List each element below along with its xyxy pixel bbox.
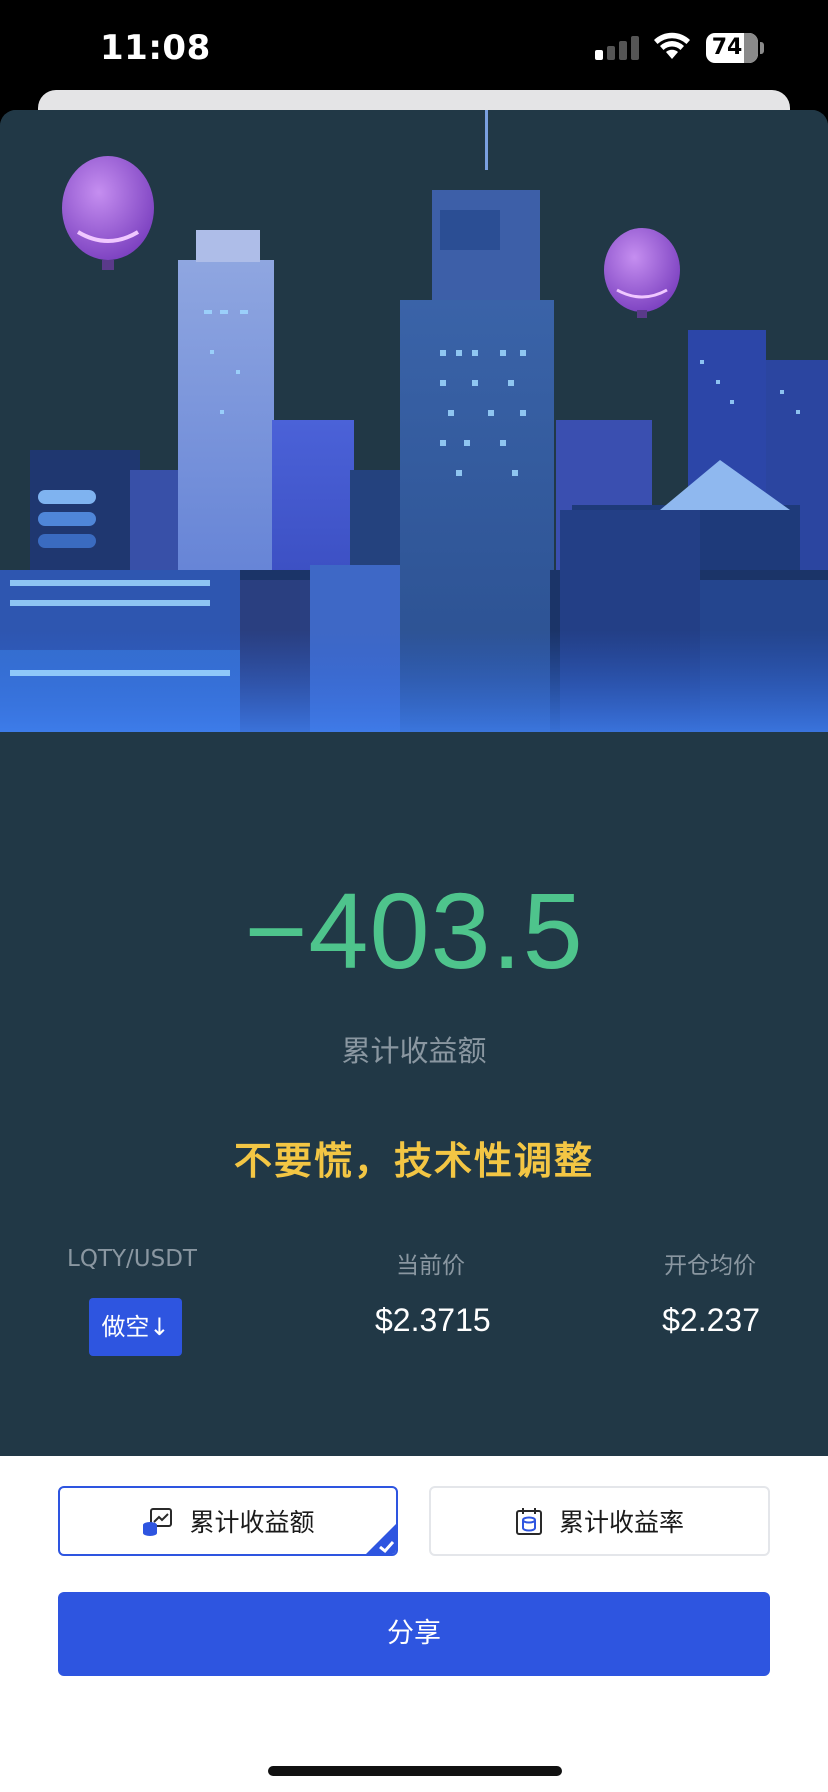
position-direction-badge: 做空↓ [89,1298,182,1356]
current-price-value: $2.3715 [375,1302,491,1338]
option-cumulative-pnl[interactable]: 累计收益额 [58,1486,398,1556]
current-price-label: 当前价 [396,1253,465,1279]
avg-open-price-label: 开仓均价 [664,1253,756,1279]
slogan-text: 不要慌，技术性调整 [233,1139,594,1183]
share-options-panel: 累计收益额 累计收益率 分享 [0,1456,828,1792]
cumulative-pnl-value: −403.5 [244,870,584,991]
home-indicator [268,1766,562,1776]
cellular-signal-icon [595,36,639,60]
status-bar: 11:08 74 [0,0,828,96]
calendar-icon [515,1508,542,1535]
avg-open-price-value: $2.237 [662,1302,760,1338]
battery-icon: 74 [706,33,758,63]
battery-level: 74 [711,35,743,60]
option-label: 累计收益额 [189,1508,315,1537]
status-time: 11:08 [100,28,211,68]
share-button[interactable]: 分享 [58,1592,770,1676]
selected-check-icon [366,1524,396,1554]
trading-pair: LQTY/USDT [67,1246,197,1272]
wifi-icon [654,32,690,59]
option-cumulative-return-rate[interactable]: 累计收益率 [429,1486,770,1556]
city-skyline-illustration [0,110,828,732]
pnl-chart-icon [143,1508,173,1536]
option-label: 累计收益率 [558,1508,684,1537]
cumulative-pnl-label: 累计收益额 [341,1034,487,1068]
